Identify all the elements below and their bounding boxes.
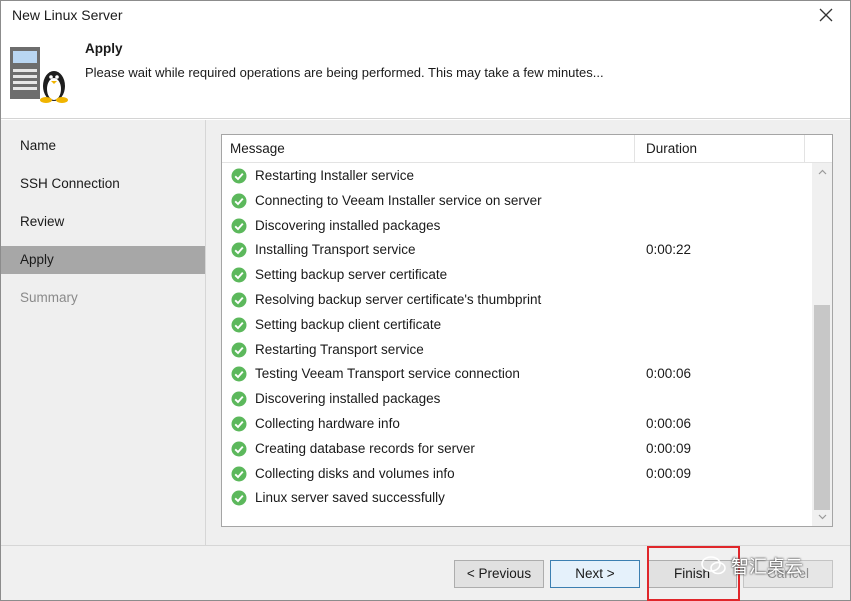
- log-row[interactable]: Discovering installed packages: [222, 215, 812, 239]
- log-row[interactable]: Creating database records for server 0:00…: [222, 438, 812, 462]
- log-message: Resolving backup server certificate's th…: [255, 292, 542, 307]
- success-check-icon: [231, 342, 247, 358]
- previous-button[interactable]: < Previous: [454, 560, 544, 588]
- chevron-down-icon: [818, 514, 826, 520]
- wizard-body: Name SSH Connection Review Apply Summary…: [1, 120, 850, 545]
- log-message: Installing Transport service: [255, 242, 416, 258]
- linux-server-icon: [10, 47, 68, 103]
- success-check-icon: [231, 490, 247, 506]
- page-title: Apply: [85, 41, 123, 56]
- success-check-icon: [231, 466, 247, 482]
- success-check-icon: [231, 317, 247, 333]
- operations-log-list: Message Duration Restarting Installer se…: [221, 134, 833, 527]
- log-message: Discovering installed packages: [255, 391, 441, 407]
- wizard-steps-sidebar: Name SSH Connection Review Apply Summary: [1, 120, 205, 545]
- log-message: Connecting to Veeam Installer service on…: [255, 192, 542, 208]
- log-row[interactable]: Restarting Transport service: [222, 339, 812, 363]
- watermark-text: 智汇桌云: [731, 557, 803, 577]
- log-row[interactable]: Restarting Installer service: [222, 165, 812, 189]
- page-description: Please wait while required operations ar…: [85, 65, 604, 80]
- window-title: New Linux Server: [12, 7, 123, 23]
- success-check-icon: [231, 168, 247, 184]
- log-row[interactable]: Discovering installed packages: [222, 388, 812, 412]
- log-message: Testing Veeam Transport service connecti…: [255, 366, 520, 382]
- log-row[interactable]: Linux server saved successfully: [222, 487, 812, 511]
- log-duration: 0:00:06: [646, 416, 692, 431]
- log-message: Setting backup server certificate: [255, 267, 448, 283]
- log-message: Linux server saved successfully: [255, 490, 445, 506]
- log-message: Restarting Installer service: [255, 168, 415, 183]
- log-row[interactable]: Setting backup server certificate: [222, 264, 812, 288]
- close-button[interactable]: [808, 2, 844, 28]
- scroll-down-button[interactable]: [812, 508, 832, 526]
- wechat-icon: [701, 556, 726, 575]
- log-duration: 0:00:09: [646, 440, 692, 456]
- log-row[interactable]: Collecting disks and volumes info 0:00:09: [222, 463, 812, 487]
- log-message: Discovering installed packages: [255, 217, 441, 233]
- new-linux-server-dialog: New Linux Server Apply Please wait while…: [0, 0, 851, 601]
- scrollbar-thumb[interactable]: [814, 305, 830, 510]
- log-message: Setting backup client certificate: [255, 316, 442, 332]
- success-check-icon: [231, 292, 247, 308]
- success-check-icon: [231, 193, 247, 209]
- chevron-up-icon: [818, 169, 826, 175]
- success-check-icon: [231, 242, 247, 258]
- success-check-icon: [231, 441, 247, 457]
- log-message: Creating database records for server: [255, 440, 475, 456]
- column-header-duration[interactable]: Duration: [635, 135, 805, 163]
- title-bar: New Linux Server: [1, 1, 850, 31]
- log-duration: 0:00:09: [646, 465, 692, 481]
- log-row[interactable]: Setting backup client certificate: [222, 314, 812, 338]
- watermark: 智汇桌云: [701, 554, 803, 578]
- success-check-icon: [231, 267, 247, 283]
- vertical-scrollbar[interactable]: [812, 163, 832, 526]
- column-header-message[interactable]: Message: [222, 135, 635, 163]
- success-check-icon: [231, 366, 247, 382]
- step-name[interactable]: Name: [1, 132, 205, 160]
- log-row[interactable]: Connecting to Veeam Installer service on…: [222, 190, 812, 214]
- success-check-icon: [231, 416, 247, 432]
- log-message: Collecting hardware info: [255, 416, 400, 431]
- step-apply[interactable]: Apply: [1, 246, 205, 274]
- success-check-icon: [231, 218, 247, 234]
- sidebar-divider: [205, 120, 206, 545]
- success-check-icon: [231, 391, 247, 407]
- log-duration: 0:00:22: [646, 242, 692, 258]
- step-summary: Summary: [20, 290, 78, 305]
- wizard-header: Apply Please wait while required operati…: [1, 31, 850, 119]
- log-message: Restarting Transport service: [255, 341, 424, 357]
- step-review[interactable]: Review: [1, 208, 205, 236]
- log-duration: 0:00:06: [646, 366, 692, 382]
- log-row[interactable]: Collecting hardware info 0:00:06: [222, 413, 812, 437]
- log-row[interactable]: Resolving backup server certificate's th…: [222, 289, 812, 313]
- log-row[interactable]: Testing Veeam Transport service connecti…: [222, 363, 812, 387]
- list-header: Message Duration: [222, 135, 832, 163]
- log-row[interactable]: Installing Transport service 0:00:22: [222, 239, 812, 263]
- step-ssh-connection[interactable]: SSH Connection: [1, 170, 205, 198]
- next-button[interactable]: Next >: [550, 560, 640, 588]
- log-message: Collecting disks and volumes info: [255, 465, 455, 481]
- scroll-up-button[interactable]: [812, 163, 832, 181]
- close-icon: [819, 8, 833, 22]
